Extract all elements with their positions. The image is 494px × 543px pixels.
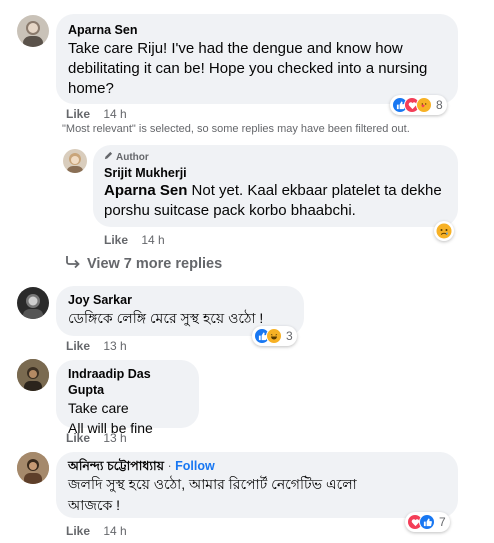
comment-bubble: Aparna Sen Take care Riju! I've had the …: [56, 14, 458, 104]
reply-arrow-icon: [66, 256, 81, 272]
comment-text: ডেঙ্গিকে লেঙ্গি মেরে সুস্থ হয়ে ওঠো !: [68, 310, 264, 326]
comment-meta: Like 14 h: [66, 107, 127, 121]
comment-text-line: Take care: [68, 400, 129, 416]
comment-meta: Like 14 h: [66, 524, 127, 538]
edit-icon: [104, 151, 113, 163]
timestamp[interactable]: 13 h: [103, 339, 126, 353]
comment-text: জলদি সুস্থ হয়ে ওঠো, আমার রিপোর্ট নেগেটি…: [68, 474, 446, 516]
like-button[interactable]: Like: [66, 339, 90, 353]
comment-author[interactable]: Joy Sarkar: [68, 292, 292, 308]
view-more-label: View 7 more replies: [87, 256, 223, 272]
avatar[interactable]: [63, 149, 87, 173]
timestamp[interactable]: 13 h: [103, 431, 126, 445]
sad-reaction-icon[interactable]: [434, 221, 454, 241]
comment-author-row: অনিন্দ্য চট্টোপাধ্যায় · Follow: [68, 458, 446, 474]
timestamp[interactable]: 14 h: [141, 233, 164, 247]
comment-meta: Like 13 h: [66, 339, 127, 353]
timestamp[interactable]: 14 h: [103, 107, 126, 121]
follow-button[interactable]: Follow: [175, 459, 215, 473]
separator: ·: [167, 459, 172, 473]
filter-note: "Most relevant" is selected, so some rep…: [62, 123, 410, 135]
like-button[interactable]: Like: [66, 107, 90, 121]
comment-text-line: জলদি সুস্থ হয়ে ওঠো, আমার রিপোর্ট নেগেটি…: [68, 476, 357, 492]
reaction-summary[interactable]: 7: [405, 512, 450, 532]
comment-author[interactable]: অনিন্দ্য চট্টোপাধ্যায়: [68, 459, 164, 473]
reply-bubble: Author Srijit Mukherji Aparna Sen Not ye…: [93, 145, 458, 227]
avatar[interactable]: [17, 359, 49, 391]
reaction-summary[interactable]: 8: [390, 95, 447, 115]
avatar[interactable]: [17, 287, 49, 319]
like-button[interactable]: Like: [66, 524, 90, 538]
comment-meta: Like 14 h: [104, 233, 165, 247]
author-badge: Author: [104, 151, 447, 163]
comment-text-line: আজকে !: [68, 497, 121, 513]
like-button[interactable]: Like: [104, 233, 128, 247]
comment-author[interactable]: Aparna Sen: [68, 22, 446, 38]
comment-text-line: porshu suitcase pack korbo bhaabchi.: [104, 202, 356, 219]
comment-author[interactable]: Srijit Mukherji: [104, 165, 447, 181]
reaction-count: 3: [286, 329, 293, 343]
avatar[interactable]: [17, 452, 49, 484]
like-reaction-icon: [419, 514, 435, 530]
comment-text-line: Not yet. Kaal ekbaar platelet ta dekhe: [187, 182, 442, 199]
comment-bubble: অনিন্দ্য চট্টোপাধ্যায় · Follow জলদি সুস…: [56, 452, 458, 518]
comment-text: Take care Riju! I've had the dengue and …: [68, 40, 428, 97]
haha-reaction-icon: [266, 328, 282, 344]
reaction-summary[interactable]: 3: [252, 326, 297, 346]
mention-link[interactable]: Aparna Sen: [104, 182, 187, 199]
comment-meta: Like 13 h: [66, 431, 127, 445]
timestamp[interactable]: 14 h: [103, 524, 126, 538]
view-more-replies-button[interactable]: View 7 more replies: [66, 256, 222, 272]
comment-text: Aparna Sen Not yet. Kaal ekbaar platelet…: [104, 181, 447, 221]
author-badge-label: Author: [116, 151, 149, 163]
like-button[interactable]: Like: [66, 431, 90, 445]
reaction-count: 8: [436, 98, 443, 112]
reaction-count: 7: [439, 515, 446, 529]
comment-author[interactable]: Indraadip Das Gupta: [68, 366, 187, 398]
comment-bubble: Indraadip Das Gupta Take care All will b…: [56, 360, 199, 436]
avatar[interactable]: [17, 15, 49, 47]
care-reaction-icon: [416, 97, 432, 113]
